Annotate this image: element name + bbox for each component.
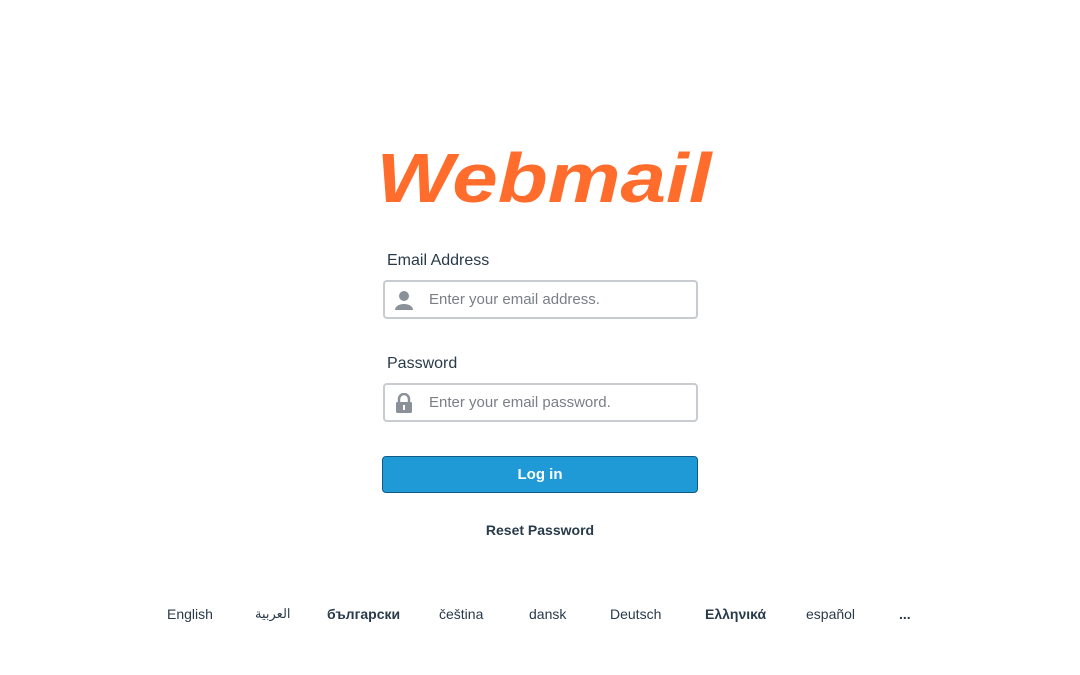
language-english[interactable]: English	[167, 606, 213, 622]
password-field[interactable]	[429, 385, 689, 420]
lock-icon	[394, 392, 414, 413]
reset-password-link[interactable]: Reset Password	[0, 522, 1080, 538]
user-icon	[394, 290, 414, 310]
language-czech[interactable]: čeština	[439, 606, 483, 622]
password-label: Password	[387, 355, 458, 372]
language-greek[interactable]: Ελληνικά	[705, 606, 766, 622]
webmail-logo-text: Webmail	[377, 146, 714, 210]
password-field-container[interactable]	[383, 383, 698, 422]
email-label: Email Address	[387, 252, 490, 269]
language-german[interactable]: Deutsch	[610, 606, 661, 622]
language-spanish[interactable]: español	[806, 606, 855, 622]
language-bulgarian[interactable]: български	[327, 606, 400, 622]
webmail-logo: Webmail	[372, 146, 717, 210]
more-languages-button[interactable]: ...	[899, 606, 911, 622]
language-arabic[interactable]: العربية	[255, 606, 291, 622]
email-field-container[interactable]	[383, 280, 698, 319]
language-bar: English العربية български čeština dansk …	[0, 606, 1080, 626]
webmail-logo-graphic: Webmail	[377, 146, 714, 210]
email-field[interactable]	[429, 282, 689, 317]
login-button[interactable]: Log in	[382, 456, 698, 493]
language-danish[interactable]: dansk	[529, 606, 566, 622]
